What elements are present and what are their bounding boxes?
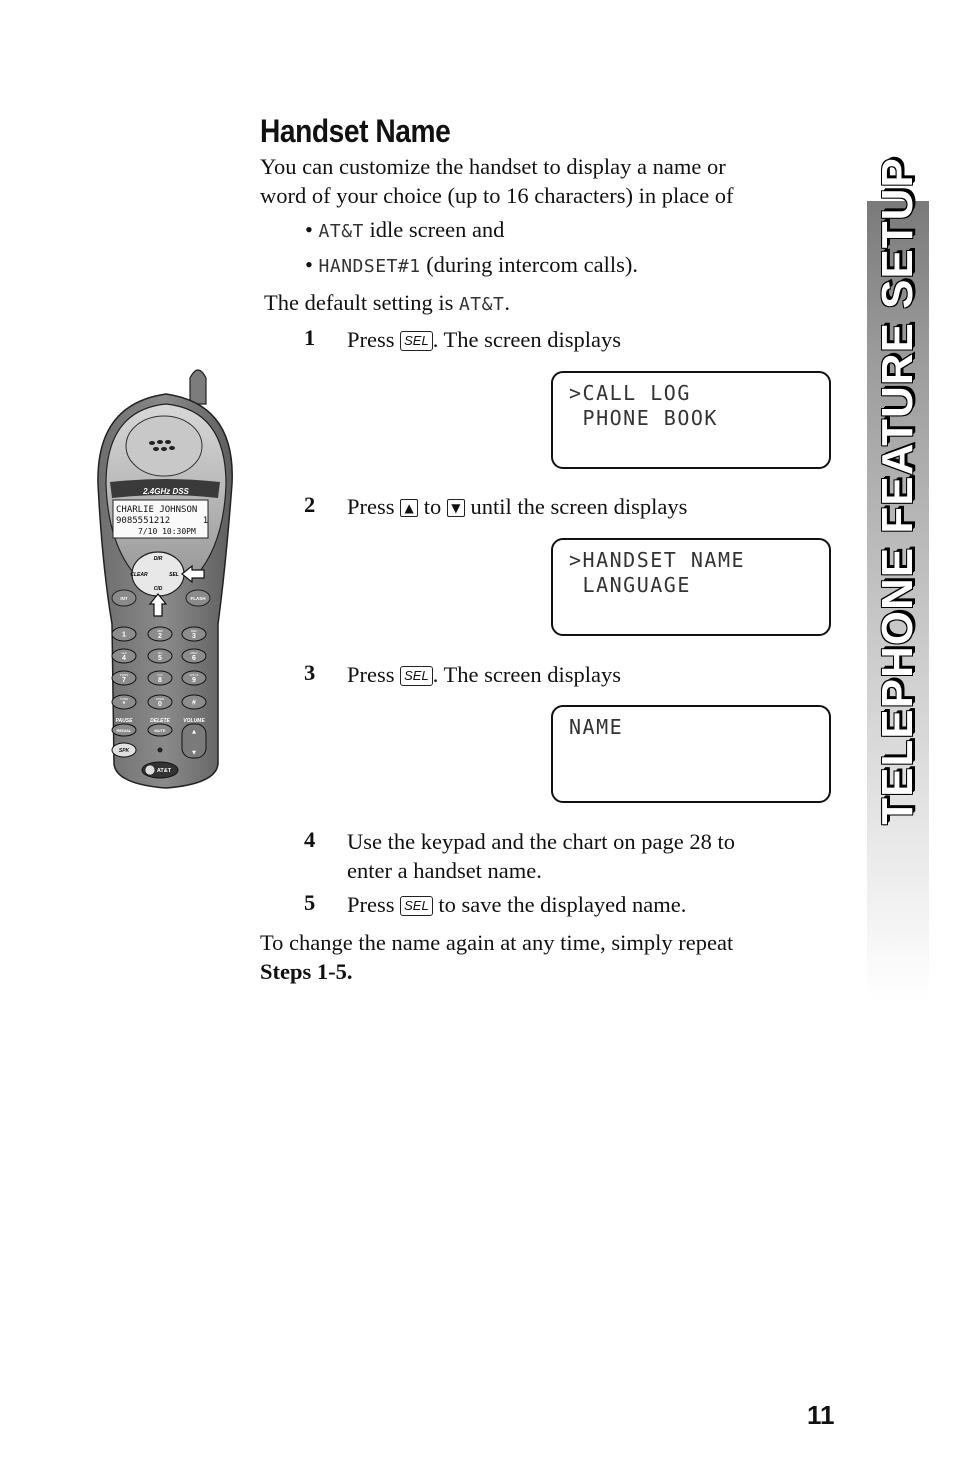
step-text-mid: to — [418, 494, 447, 519]
keypad-key-digit: * — [123, 701, 126, 708]
earpiece — [125, 415, 203, 477]
sel-key-icon: SEL — [400, 666, 433, 686]
keypad-key-digit: 3 — [192, 633, 196, 640]
lcd-text: AT&T — [318, 221, 364, 242]
step-text-pre: Press — [347, 892, 401, 917]
section-tab-label: TELEPHONE FEATURE SETUP — [873, 157, 922, 825]
screen-line-1: NAME — [569, 715, 624, 739]
intro-paragraph: You can customize the handset to display… — [260, 152, 734, 210]
bullet-dot: • — [305, 217, 319, 242]
delete-label: DELETE — [150, 718, 170, 724]
step-number: 4 — [304, 827, 316, 852]
bullet-dot: • — [305, 252, 319, 277]
display-line-1: CHARLIE JOHNSON — [116, 505, 197, 515]
volume-up-icon: ▲ — [192, 729, 196, 735]
flash-label: FLASH — [191, 596, 206, 601]
screen-line-1: >CALL LOG — [569, 381, 691, 405]
nav-down-label: CID — [154, 586, 163, 592]
band-label: 2.4GHz DSS — [142, 487, 189, 496]
step-text: Press ▲ to ▼ until the screen displays — [347, 492, 687, 521]
step-text-line-2: enter a handset name. — [347, 858, 542, 883]
speaker-label: SPK — [119, 748, 130, 754]
section-side-tab: TELEPHONE FEATURE SETUP — [867, 157, 929, 1001]
screen-line-2: PHONE BOOK — [569, 406, 718, 430]
redial-label: REDIAL — [117, 728, 132, 733]
antenna — [189, 369, 207, 405]
default-setting-text: The default setting is — [264, 290, 459, 315]
closing-text: To change the name again at any time, si… — [260, 930, 734, 955]
lcd-screen-1: >CALL LOG PHONE BOOK — [551, 371, 831, 469]
lcd-text: AT&T — [458, 294, 505, 315]
step-text: Press SEL. The screen displays — [347, 660, 621, 689]
bullet-text: (during intercom calls). — [420, 252, 638, 277]
intro-line-2: word of your choice (up to 16 characters… — [260, 183, 734, 208]
keypad-key-digit: 7 — [122, 677, 126, 684]
bullet-text: idle screen and — [363, 217, 505, 242]
lcd-screen-3: NAME — [551, 705, 831, 803]
down-arrow-key-icon: ▼ — [446, 499, 465, 517]
step-number: 1 — [304, 325, 316, 350]
lcd-text: HANDSET#1 — [318, 256, 421, 277]
step-number: 3 — [304, 660, 316, 685]
step-text: Press SEL. The screen displays — [347, 325, 621, 354]
volume-down-icon: ▼ — [192, 750, 196, 756]
nav-up-label: DIR — [154, 556, 163, 562]
att-logo-text: AT&T — [157, 768, 172, 774]
keypad-key-digit: 8 — [158, 677, 162, 684]
display-line-2: 9085551212 1 — [116, 516, 208, 526]
sel-key-icon: SEL — [400, 896, 433, 916]
step-text-pre: Press — [347, 494, 401, 519]
lcd-screen-2: >HANDSET NAME LANGUAGE — [551, 538, 831, 636]
step-text-post: . The screen displays — [432, 327, 622, 352]
step-text: Use the keypad and the chart on page 28 … — [347, 827, 735, 885]
default-setting: The default setting is AT&T. — [264, 288, 510, 319]
display-line-3: 7/10 10:30PM — [138, 527, 196, 536]
mute-label: MUTE — [154, 728, 166, 733]
bullet-item: • HANDSET#1 (during intercom calls). — [305, 250, 638, 281]
page-number: 11 — [807, 1400, 835, 1430]
closing-paragraph: To change the name again at any time, si… — [260, 928, 733, 986]
step-text-post: to save the displayed name. — [432, 892, 687, 917]
microphone-icon — [157, 747, 163, 753]
bullet-item: • AT&T idle screen and — [305, 215, 504, 246]
up-arrow-key-icon: ▲ — [400, 499, 419, 517]
step-text-line-1: Use the keypad and the chart on page 28 … — [347, 829, 735, 854]
closing-steps-reference: Steps 1-5. — [260, 959, 353, 984]
keypad-key-digit: # — [192, 700, 196, 707]
step-number: 5 — [304, 890, 316, 915]
step-text-post: . The screen displays — [432, 662, 622, 687]
keypad-key-digit: 4 — [122, 655, 126, 662]
page-title: Handset Name — [260, 113, 451, 149]
cordless-phone-illustration: 2.4GHz DSS CHARLIE JOHNSON 9085551212 1 … — [97, 369, 233, 789]
nav-right-label: SEL — [169, 572, 179, 578]
keypad-key-digit: 9 — [192, 677, 196, 684]
step-text-pre: Press — [347, 327, 401, 352]
att-globe-icon — [144, 764, 156, 776]
step-number: 2 — [304, 492, 316, 517]
volume-label: VOLUME — [183, 718, 205, 724]
sel-key-icon: SEL — [400, 331, 433, 351]
screen-line-1: >HANDSET NAME — [569, 548, 746, 572]
screen-line-2: LANGUAGE — [569, 573, 691, 597]
keypad-key-digit: 1 — [122, 632, 126, 639]
pause-label: PAUSE — [116, 718, 134, 724]
keypad-key-digit: 0 — [158, 701, 162, 708]
keypad-key-digit: 5 — [158, 655, 162, 662]
keypad-key-digit: 6 — [192, 655, 196, 662]
intro-line-1: You can customize the handset to display… — [260, 154, 726, 179]
punctuation: . — [504, 290, 510, 315]
step-text-pre: Press — [347, 662, 401, 687]
int-label: INT — [120, 596, 128, 601]
nav-left-label: CLEAR — [130, 572, 148, 578]
keypad-key-digit: 2 — [158, 633, 162, 640]
step-text-post: until the screen displays — [464, 494, 688, 519]
step-text: Press SEL to save the displayed name. — [347, 890, 686, 919]
